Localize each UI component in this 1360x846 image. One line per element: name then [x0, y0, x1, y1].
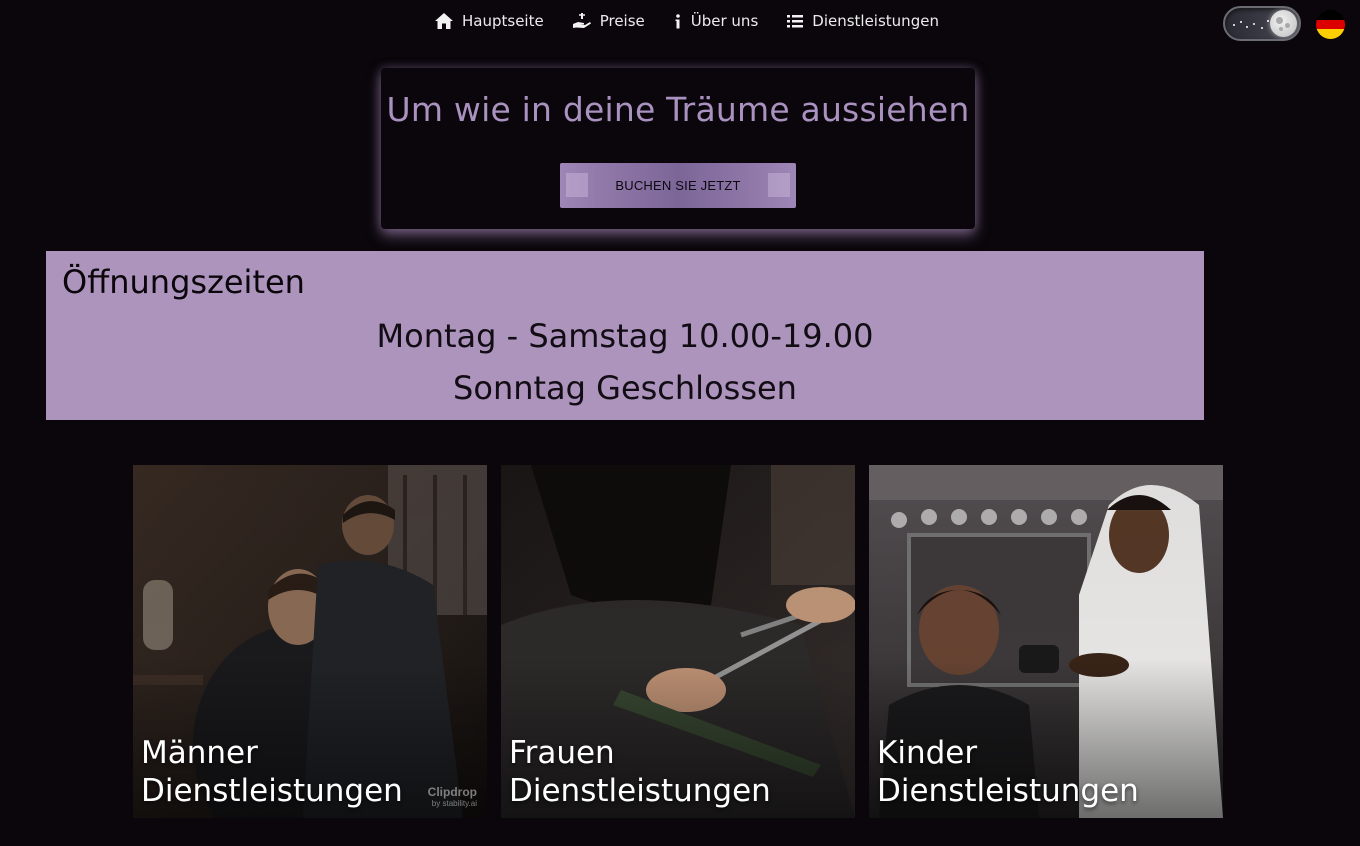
book-now-button[interactable]: BUCHEN SIE JETZT — [560, 163, 796, 208]
nav-item-preise[interactable]: Preise — [572, 12, 645, 30]
nav-item-label: Preise — [599, 12, 645, 30]
service-card-maenner[interactable]: Clipdrop by stability.ai Männer Dienstle… — [133, 465, 487, 818]
nav-item-label: Über uns — [690, 12, 759, 30]
hand-money-icon — [572, 12, 592, 30]
watermark: Clipdrop by stability.ai — [427, 785, 477, 808]
nav-item-label: Dienstleistungen — [812, 12, 939, 30]
home-icon — [434, 12, 454, 30]
moon-icon — [1270, 10, 1297, 37]
hero-panel: Um wie in deine Träume aussiehen BUCHEN … — [381, 68, 975, 229]
service-card-kinder[interactable]: Kinder Dienstleistungen — [869, 465, 1223, 818]
card-title: Kinder Dienstleistungen — [877, 735, 1139, 809]
nav-item-dienstleistungen[interactable]: Dienstleistungen — [786, 12, 939, 30]
stars-icon — [1231, 18, 1271, 32]
nav-item-label: Hauptseite — [462, 12, 544, 30]
hours-sunday: Sonntag Geschlossen — [453, 369, 797, 407]
nav-item-hauptseite[interactable]: Hauptseite — [434, 12, 544, 30]
service-card-frauen[interactable]: Frauen Dienstleistungen — [501, 465, 855, 818]
info-icon — [673, 12, 683, 30]
list-icon — [786, 13, 804, 29]
top-navigation: Hauptseite Preise Über uns Dienstleistun… — [0, 0, 1360, 46]
german-flag-icon[interactable] — [1316, 10, 1345, 39]
nav-links: Hauptseite Preise Über uns Dienstleistun… — [434, 12, 939, 30]
hours-weekdays: Montag - Samstag 10.00-19.00 — [376, 317, 874, 355]
opening-hours-title: Öffnungszeiten — [62, 263, 305, 301]
opening-hours-panel: Öffnungszeiten Montag - Samstag 10.00-19… — [46, 251, 1204, 420]
card-title: Männer Dienstleistungen — [141, 735, 403, 809]
hero-title: Um wie in deine Träume aussiehen — [386, 90, 970, 129]
theme-toggle[interactable] — [1223, 6, 1301, 41]
card-title: Frauen Dienstleistungen — [509, 735, 771, 809]
nav-item-ueber-uns[interactable]: Über uns — [673, 12, 759, 30]
